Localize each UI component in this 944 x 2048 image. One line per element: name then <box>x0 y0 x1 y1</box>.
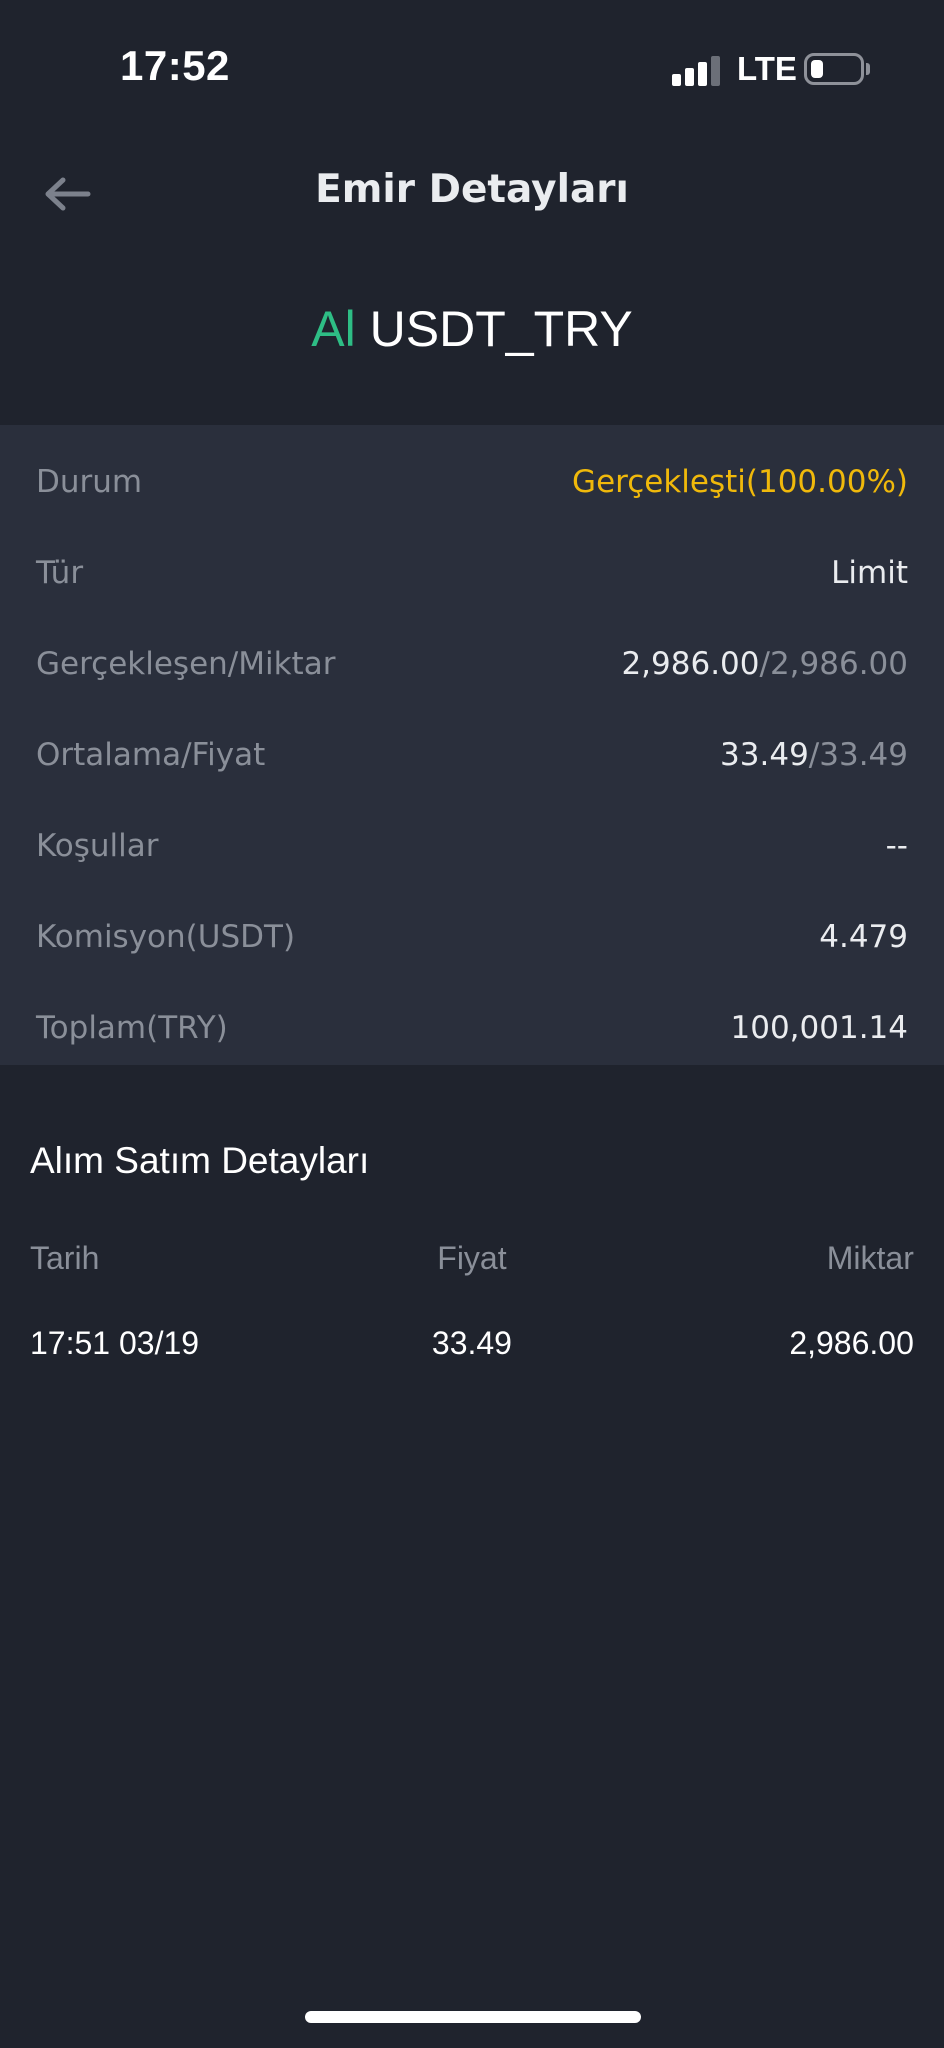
total-label: Toplam(TRY) <box>36 1010 228 1046</box>
filled-value: 2,986.00/2,986.00 <box>621 646 908 682</box>
fee-label: Komisyon(USDT) <box>36 919 296 955</box>
order-side: Al <box>311 301 356 357</box>
cellular-signal-icon <box>672 56 720 86</box>
page-title: Emir Detayları <box>315 167 629 212</box>
order-pair-heading: Al USDT_TRY <box>0 300 944 358</box>
trade-price: 33.49 <box>431 1324 512 1361</box>
battery-icon <box>804 53 864 85</box>
network-type: LTE <box>737 50 797 87</box>
trade-date: 17:51 03/19 <box>30 1324 200 1361</box>
status-value: Gerçekleşti(100.00%) <box>572 464 908 500</box>
filled-label: Gerçekleşen/Miktar <box>36 646 336 682</box>
filled-amount: 2,986.00 <box>621 646 760 682</box>
order-details-screen: 17:52 LTE Emir Detayları Al USDT_TRY Dur… <box>0 0 944 2048</box>
order-info-panel: Durum Gerçekleşti(100.00%) Tür Limit Ger… <box>0 425 944 1065</box>
type-label: Tür <box>36 555 84 591</box>
battery-tip <box>866 63 870 75</box>
column-price: Fiyat <box>437 1239 507 1276</box>
price-label: Ortalama/Fiyat <box>36 737 266 773</box>
trade-row: 17:51 03/19 33.49 2,986.00 <box>30 1313 914 1373</box>
order-amount: /2,986.00 <box>759 646 909 682</box>
total-value: 100,001.14 <box>730 1010 909 1046</box>
trade-details-title: Alım Satım Detayları <box>30 1140 370 1181</box>
info-row-total: Toplam(TRY) 100,001.14 <box>36 998 908 1058</box>
status-label: Durum <box>36 464 143 500</box>
info-row-type: Tür Limit <box>36 543 908 603</box>
home-indicator[interactable] <box>305 2011 641 2023</box>
trading-pair: USDT_TRY <box>369 301 633 357</box>
price-value: 33.49/33.49 <box>720 737 908 773</box>
info-row-price: Ortalama/Fiyat 33.49/33.49 <box>36 725 908 785</box>
info-row-filled: Gerçekleşen/Miktar 2,986.00/2,986.00 <box>36 634 908 694</box>
average-price: 33.49 <box>720 737 809 773</box>
info-row-status: Durum Gerçekleşti(100.00%) <box>36 452 908 512</box>
column-date: Tarih <box>30 1239 100 1276</box>
conditions-label: Koşullar <box>36 828 159 864</box>
conditions-value: -- <box>885 828 908 864</box>
column-amount: Miktar <box>826 1239 914 1276</box>
info-row-conditions: Koşullar -- <box>36 816 908 876</box>
fee-value: 4.479 <box>819 919 908 955</box>
limit-price: /33.49 <box>808 737 908 773</box>
status-time: 17:52 <box>120 42 230 89</box>
trade-table-header: Tarih Fiyat Miktar <box>30 1228 914 1288</box>
info-row-fee: Komisyon(USDT) 4.479 <box>36 907 908 967</box>
trade-amount: 2,986.00 <box>789 1324 914 1361</box>
type-value: Limit <box>831 555 908 591</box>
